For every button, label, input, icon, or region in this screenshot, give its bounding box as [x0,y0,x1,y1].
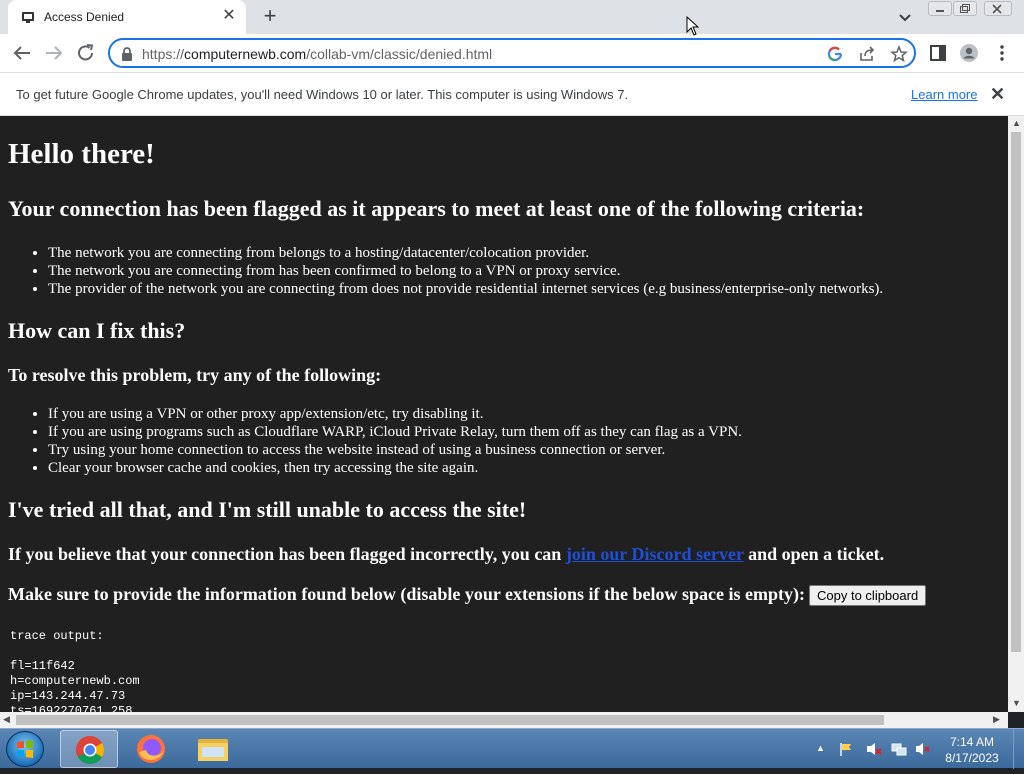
close-window-button[interactable] [984,1,1012,16]
discord-link[interactable]: join our Discord server [566,544,744,564]
horizontal-scroll-thumb[interactable] [16,715,884,725]
provide-text: Make sure to provide the information fou… [8,584,806,604]
menu-dots-icon[interactable] [992,43,1012,63]
show-desktop-button[interactable] [1013,729,1024,769]
vertical-scroll-thumb[interactable] [1011,132,1021,652]
page-title: Hello there! [8,138,155,170]
browser-toolbar: https://computernewb.com/collab-vm/class… [0,34,1024,72]
side-panel-icon[interactable] [928,43,948,63]
fixes-list: If you are using a VPN or other proxy ap… [48,405,742,477]
google-icon[interactable] [826,45,844,63]
update-infobar: To get future Google Chrome updates, you… [0,72,1024,116]
url-path: /collab-vm/classic/denied.html [306,46,493,62]
taskbar-firefox-button[interactable] [122,730,180,768]
tab-access-denied[interactable]: Access Denied ✕ [8,0,246,34]
show-hidden-icons-icon[interactable]: ▲ [816,743,825,753]
list-item: The network you are connecting from has … [48,262,883,280]
url-host: computernewb.com [184,46,307,62]
list-item: If you are using programs such as Cloudf… [48,423,742,441]
tried-heading: I've tried all that, and I'm still unabl… [8,497,527,522]
trace-output: trace output: fl=11f642 h=computernewb.c… [10,629,140,712]
scroll-up-arrow-icon[interactable]: ▲ [1012,118,1021,128]
bookmark-star-icon[interactable] [890,45,908,63]
share-icon[interactable] [858,45,876,63]
trace-line: h=computernewb.com [10,674,140,688]
mouse-cursor-icon [686,16,700,36]
network-icon[interactable] [891,741,907,757]
list-item: The provider of the network you are conn… [48,280,883,298]
flagged-heading: Your connection has been flagged as it a… [8,196,865,221]
scroll-right-arrow-icon[interactable]: ▶ [993,714,1000,725]
address-bar[interactable]: https://computernewb.com/collab-vm/class… [108,38,916,68]
taskbar-explorer-button[interactable] [184,730,242,768]
taskbar-clock[interactable]: 7:14 AM 8/17/2023 [940,734,1004,766]
scroll-left-arrow-icon[interactable]: ◀ [3,714,10,725]
folder-icon [198,739,228,761]
believe-text-post: and open a ticket. [743,544,885,564]
believe-text-pre: If you believe that your connection has … [8,544,566,564]
infobar-close-icon[interactable]: ✕ [990,84,1005,105]
tab-close-icon[interactable]: ✕ [220,7,238,25]
reload-icon[interactable] [74,42,98,64]
restore-button[interactable] [953,1,977,16]
windows-logo-icon [17,740,33,758]
learn-more-link[interactable]: Learn more [911,87,977,102]
tab-search-chevron-icon[interactable] [896,8,914,26]
profile-avatar-icon[interactable] [959,43,979,63]
clock-date: 8/17/2023 [945,751,999,765]
chrome-icon [76,736,104,764]
list-item: If you are using a VPN or other proxy ap… [48,405,742,423]
lock-icon[interactable] [120,46,134,62]
minimize-button[interactable] [928,1,952,16]
site-favicon-icon [22,12,34,23]
windows-taskbar: ▲ 7:14 AM 8/17/2023 [0,728,1024,769]
new-tab-button[interactable]: + [258,5,282,29]
trace-line: trace output: [10,629,104,643]
speaker-icon[interactable] [914,741,930,757]
taskbar-chrome-button[interactable] [60,730,118,768]
provide-paragraph: Make sure to provide the information fou… [8,584,927,607]
tab-strip: Access Denied ✕ + [0,0,1024,34]
back-arrow-icon[interactable] [10,42,34,64]
volume-muted-icon[interactable] [866,741,882,757]
infobar-message: To get future Google Chrome updates, you… [16,87,629,102]
trace-line: ts=1692270761.258 [10,704,133,712]
list-item: Clear your browser cache and cookies, th… [48,459,742,477]
url-text: https://computernewb.com/collab-vm/class… [142,46,492,62]
firefox-icon [137,735,165,763]
believe-paragraph: If you believe that your connection has … [8,544,884,565]
scroll-down-arrow-icon[interactable]: ▼ [1012,698,1021,708]
trace-line: fl=11f642 [10,659,75,673]
resolve-heading: To resolve this problem, try any of the … [8,365,382,385]
horizontal-scrollbar[interactable]: ◀ ▶ [0,712,1008,728]
copy-to-clipboard-button[interactable]: Copy to clipboard [809,585,927,607]
vertical-scrollbar[interactable]: ▲ ▼ [1008,116,1024,712]
page-content: Hello there! Your connection has been fl… [0,116,1008,712]
tab-title: Access Denied [44,10,125,24]
criteria-list: The network you are connecting from belo… [48,244,883,298]
forward-arrow-icon[interactable] [42,42,66,64]
start-button[interactable] [6,731,44,767]
action-center-flag-icon[interactable] [838,741,854,757]
list-item: The network you are connecting from belo… [48,244,883,262]
trace-line: ip=143.244.47.73 [10,689,126,703]
fix-heading: How can I fix this? [8,318,186,343]
clock-time: 7:14 AM [949,735,995,749]
list-item: Try using your home connection to access… [48,441,742,459]
url-scheme: https:// [142,46,185,62]
